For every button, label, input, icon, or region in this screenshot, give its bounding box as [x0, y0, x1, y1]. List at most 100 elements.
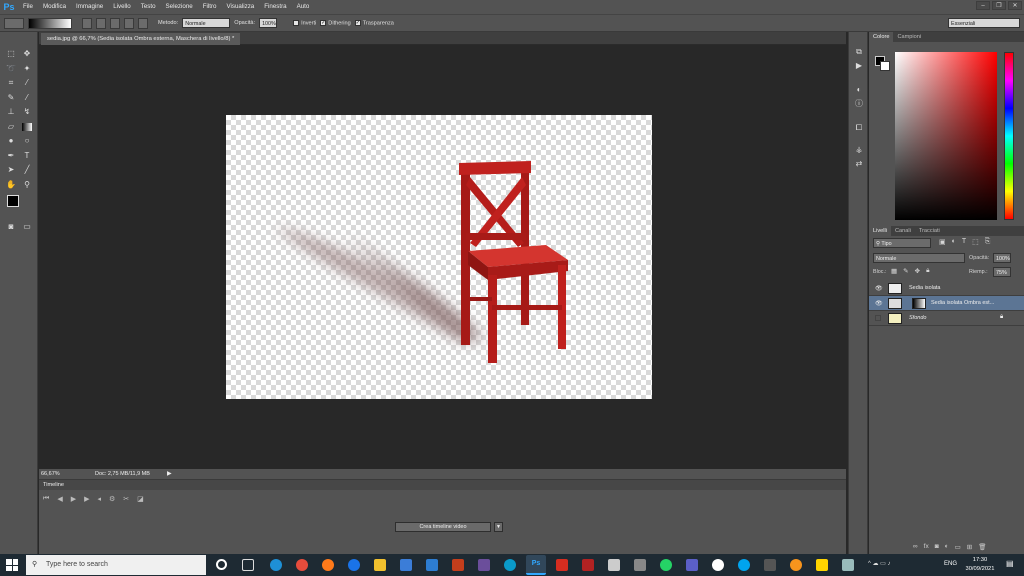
reflected-gradient-icon[interactable] [124, 17, 134, 29]
filter-adjust-icon[interactable]: ◐ [952, 238, 956, 246]
next-frame-icon[interactable]: ▶ [84, 495, 89, 503]
app6-icon[interactable] [842, 559, 854, 571]
new-layer-icon[interactable]: ⊞ [967, 543, 972, 551]
status-arrow-icon[interactable]: ▶ [167, 470, 172, 477]
menu-testo[interactable]: Testo [136, 0, 161, 14]
minimize-button[interactable]: – [976, 1, 990, 10]
screen-mode-icon[interactable]: ▭ [20, 221, 34, 233]
blend-mode-select[interactable]: Normale [873, 253, 965, 263]
healing-brush-icon[interactable]: ✎ [4, 92, 18, 104]
clock-date[interactable]: 30/09/2021 [960, 566, 1000, 572]
info-panel-icon[interactable]: ⓘ [852, 98, 866, 110]
clock-time[interactable]: 17:30 [964, 557, 996, 563]
path-select-icon[interactable]: ➤ [4, 164, 18, 176]
edge-icon[interactable] [270, 559, 282, 571]
chrome-icon[interactable] [296, 559, 308, 571]
layer-filter-select[interactable]: ⚲ Tipo [873, 238, 931, 248]
menu-selezione[interactable]: Selezione [161, 0, 198, 14]
browser-icon[interactable] [348, 559, 360, 571]
close-button[interactable]: ✕ [1008, 1, 1022, 10]
fill-input[interactable]: 75% [993, 267, 1011, 277]
link-layers-icon[interactable]: ∞ [913, 543, 918, 551]
firefox-icon[interactable] [322, 559, 334, 571]
whatsapp-icon[interactable] [660, 559, 672, 571]
document-tab[interactable]: sedia.jpg @ 66,7% (Sedia isolata Ombra e… [41, 33, 241, 45]
diamond-gradient-icon[interactable] [138, 17, 148, 29]
zoom-level[interactable]: 66,67% [41, 471, 60, 477]
filter-pixel-icon[interactable]: ▣ [939, 238, 946, 246]
bg-color-chip[interactable] [880, 61, 890, 71]
gradient-picker[interactable] [28, 17, 72, 29]
office-icon[interactable] [452, 559, 464, 571]
tab-livelli[interactable]: Livelli [869, 226, 891, 236]
pen-tool-icon[interactable]: ✒ [4, 150, 18, 162]
tray-icons[interactable]: ^ ☁ ▭ ♪ [868, 560, 891, 567]
linear-gradient-icon[interactable] [82, 17, 92, 29]
audio-icon[interactable]: ◂ [97, 495, 101, 503]
properties-panel-icon[interactable]: ⧠ [852, 122, 866, 134]
app5-icon[interactable] [816, 559, 828, 571]
line-tool-icon[interactable]: ╱ [20, 164, 34, 176]
menu-auto[interactable]: Auto [292, 0, 315, 14]
stamp-tool-icon[interactable]: ⊥ [4, 106, 18, 118]
opacita-input[interactable]: 100% [259, 18, 278, 28]
radial-gradient-icon[interactable] [96, 17, 106, 29]
adjustments-panel-icon[interactable]: ◐ [852, 84, 866, 96]
brush-panel-icon[interactable]: ⚶ [852, 144, 866, 156]
layer-row[interactable]: Sfondo 🔒︎ [869, 311, 1024, 326]
notifications-icon[interactable]: ▤ [1006, 559, 1014, 568]
dodge-tool-icon[interactable]: ○ [20, 135, 34, 147]
app4-icon[interactable] [790, 559, 802, 571]
hand-tool-icon[interactable]: ✋ [4, 179, 18, 191]
layer-row-selected[interactable]: 👁︎ Sedia isolata Ombra est... [869, 296, 1024, 311]
language-indicator[interactable]: ENG [944, 561, 957, 567]
tool-icon[interactable] [634, 559, 646, 571]
acrobat-icon[interactable] [556, 559, 568, 571]
settings-icon[interactable]: ⚙ [109, 495, 115, 503]
eye-icon[interactable]: 👁︎ [875, 285, 883, 292]
move-tool-icon[interactable]: ✥ [20, 48, 34, 60]
lasso-tool-icon[interactable]: ➰ [4, 63, 18, 75]
menu-visualizza[interactable]: Visualizza [221, 0, 259, 14]
eraser-icon[interactable]: ▱ [4, 121, 18, 133]
adjustment-layer-icon[interactable]: ◐ [945, 543, 949, 551]
workspace-select[interactable]: Essenziali [948, 18, 1020, 28]
hue-slider[interactable] [1004, 52, 1014, 220]
trasparenza-checkbox[interactable]: ✓ Trasparenza [354, 19, 394, 26]
zoom-tool-icon[interactable]: ⚲ [20, 179, 34, 191]
app2-icon[interactable] [712, 559, 724, 571]
filter-smart-icon[interactable]: ⎘ [985, 238, 991, 246]
actions-panel-icon[interactable]: ▶ [852, 60, 866, 72]
split-icon[interactable]: ✂ [123, 495, 129, 503]
lock-transparent-icon[interactable]: ▦ [891, 267, 897, 275]
mail-icon[interactable] [426, 559, 438, 571]
type-tool-icon[interactable]: T [20, 150, 34, 162]
calculator-icon[interactable] [608, 559, 620, 571]
blur-tool-icon[interactable]: ● [4, 135, 18, 147]
document-canvas[interactable] [226, 115, 652, 399]
layer-row[interactable]: 👁︎ Sedia isolata [869, 281, 1024, 296]
history-panel-icon[interactable]: ⧉ [852, 46, 866, 58]
lock-all-icon[interactable]: 🔒︎ [926, 267, 929, 275]
menu-livello[interactable]: Livello [108, 0, 136, 14]
eye-icon[interactable]: 👁︎ [875, 300, 883, 307]
history-brush-icon[interactable]: ↯ [20, 106, 34, 118]
color-picker-field[interactable] [895, 52, 997, 220]
teams-icon[interactable] [686, 559, 698, 571]
visibility-off-icon[interactable] [875, 315, 881, 321]
filter-shape-icon[interactable]: ⬚ [972, 238, 979, 246]
crop-tool-icon[interactable]: ⌗ [4, 77, 18, 89]
create-video-timeline-button[interactable]: Crea timeline video [395, 522, 491, 532]
marquee-tool-icon[interactable]: ⬚ [4, 48, 18, 60]
taskbar-search-input[interactable]: ⚲ Type here to search [26, 555, 206, 575]
eyedropper-icon[interactable]: ⁄ [20, 77, 34, 89]
magic-wand-icon[interactable]: ✦ [20, 63, 34, 75]
prev-frame-icon[interactable]: ◀ [57, 495, 62, 503]
first-frame-icon[interactable]: ⏮ [43, 495, 49, 503]
quick-mask-icon[interactable]: ◙ [4, 221, 18, 233]
skype-icon[interactable] [504, 559, 516, 571]
task-view-icon[interactable] [242, 559, 254, 571]
dithering-checkbox[interactable]: ✓ Dithering [320, 19, 351, 26]
app-icon[interactable] [478, 559, 490, 571]
layer-mask-thumbnail[interactable] [912, 298, 926, 309]
